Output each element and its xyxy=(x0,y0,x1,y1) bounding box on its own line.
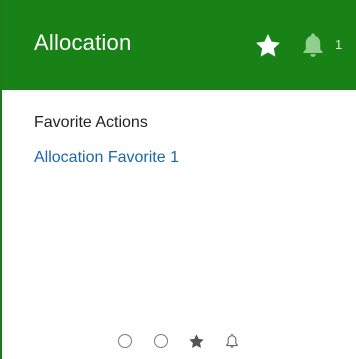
favorite-actions-heading: Favorite Actions xyxy=(34,114,148,131)
bell-icon[interactable] xyxy=(298,31,328,59)
notification-count: 1 xyxy=(335,37,343,52)
allocation-card: Allocation 1 Favorite Actions Allocation… xyxy=(0,0,356,359)
card-header: Allocation 1 xyxy=(2,0,356,90)
star-icon[interactable] xyxy=(188,333,205,350)
circle-icon[interactable] xyxy=(118,334,132,348)
card-title: Allocation xyxy=(34,30,132,55)
favorite-link-allocation-1[interactable]: Allocation Favorite 1 xyxy=(34,149,179,167)
circle-icon[interactable] xyxy=(154,334,168,348)
bell-icon[interactable] xyxy=(224,332,240,350)
page-indicator xyxy=(118,332,258,352)
star-icon[interactable] xyxy=(254,32,282,60)
